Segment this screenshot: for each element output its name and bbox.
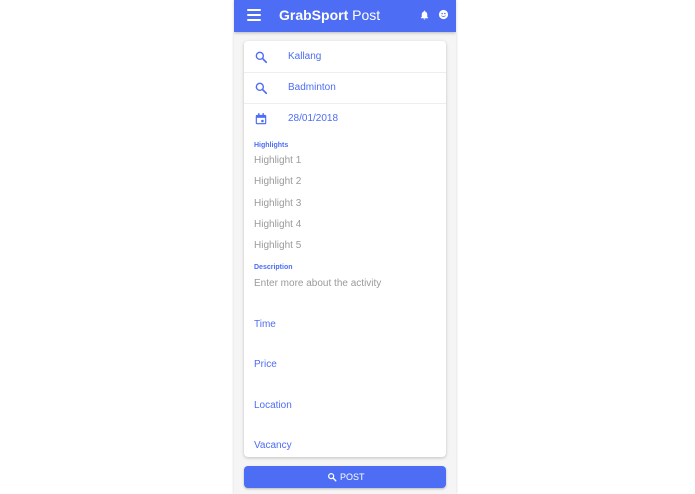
highlight-input-4[interactable]: Highlight 4 xyxy=(254,219,301,230)
search-icon xyxy=(255,51,268,64)
price-field[interactable]: Price xyxy=(254,359,277,370)
sport-search-row[interactable]: Badminton xyxy=(244,72,446,104)
date-picker-row[interactable]: 28/01/2018 xyxy=(244,103,446,134)
app-title: GrabSport Post xyxy=(279,7,380,23)
mobile-screen: GrabSport Post Kallang Badminton 28/01/2… xyxy=(234,0,456,494)
description-input[interactable]: Enter more about the activity xyxy=(254,278,381,289)
search-icon xyxy=(255,82,268,95)
highlight-input-2[interactable]: Highlight 2 xyxy=(254,176,301,187)
time-field[interactable]: Time xyxy=(254,319,276,330)
notifications-bell-icon[interactable] xyxy=(419,9,430,21)
vacancy-field[interactable]: Vacancy xyxy=(254,440,292,451)
search-icon xyxy=(328,473,337,482)
app-bar: GrabSport Post xyxy=(234,0,456,32)
location-field[interactable]: Location xyxy=(254,400,292,411)
description-label: Description xyxy=(254,264,293,271)
post-form-card: Kallang Badminton 28/01/2018 Highlights … xyxy=(244,41,446,457)
highlight-input-1[interactable]: Highlight 1 xyxy=(254,155,301,166)
calendar-icon xyxy=(255,113,267,125)
app-title-rest: Post xyxy=(348,7,381,23)
highlight-input-3[interactable]: Highlight 3 xyxy=(254,198,301,209)
post-button-label: POST xyxy=(340,472,365,482)
menu-icon[interactable] xyxy=(247,9,261,21)
post-button[interactable]: POST xyxy=(244,466,446,488)
location-search-row[interactable]: Kallang xyxy=(244,41,446,73)
highlights-label: Highlights xyxy=(254,142,289,149)
account-face-icon[interactable] xyxy=(438,9,449,20)
app-title-bold: GrabSport xyxy=(279,7,349,23)
date-value: 28/01/2018 xyxy=(288,113,339,124)
location-value: Kallang xyxy=(288,51,322,62)
sport-value: Badminton xyxy=(288,82,336,93)
highlight-input-5[interactable]: Highlight 5 xyxy=(254,240,301,251)
